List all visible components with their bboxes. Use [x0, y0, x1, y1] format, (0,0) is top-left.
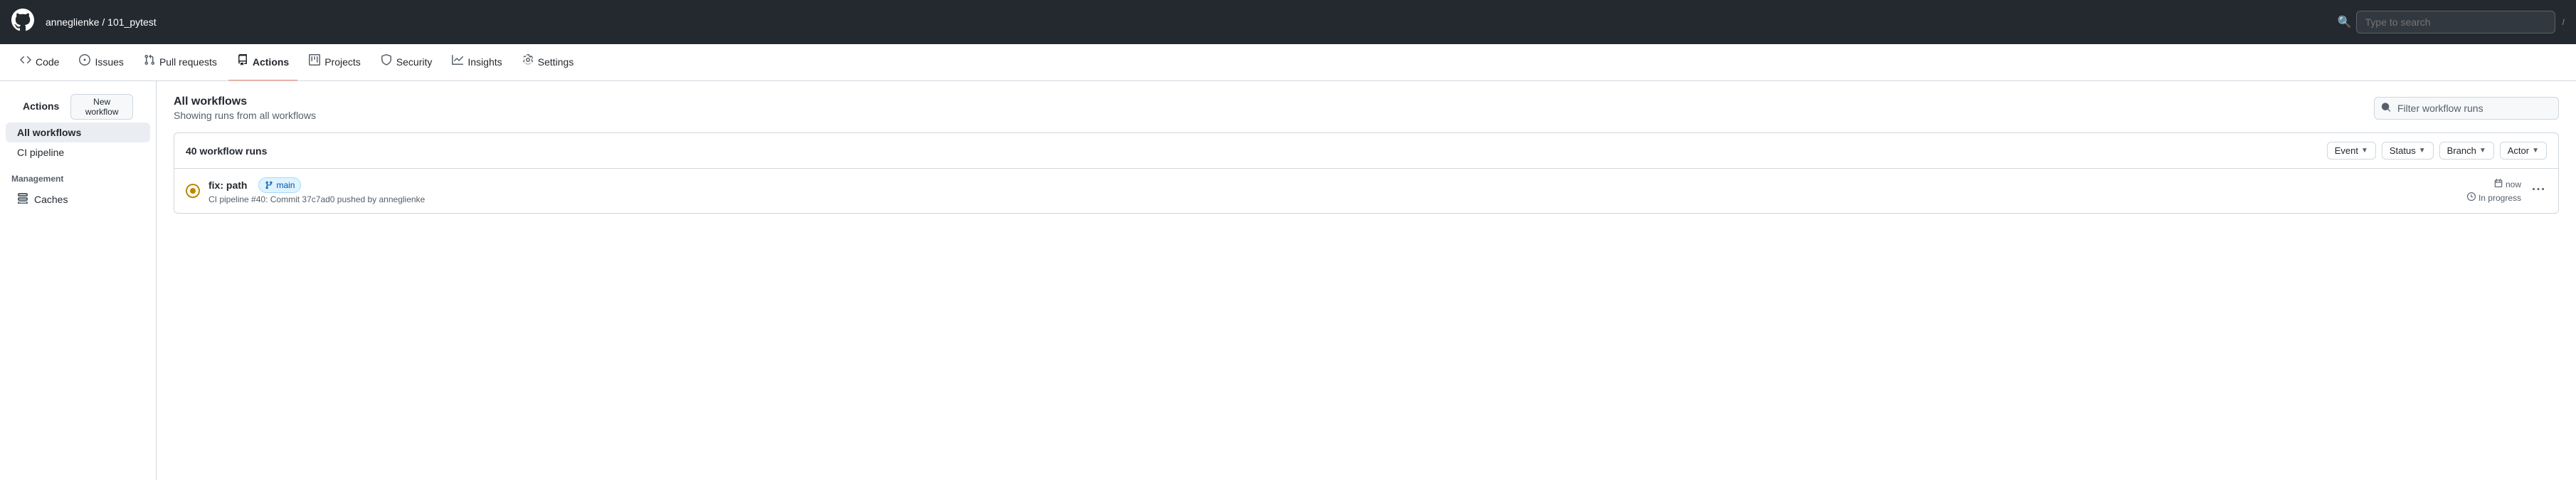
new-workflow-button[interactable]: New workflow: [70, 94, 133, 120]
actor-filter-button[interactable]: Actor ▼: [2500, 142, 2547, 160]
run-title-row: fix: path main: [208, 177, 2459, 193]
filter-search-container: [2374, 97, 2559, 120]
event-filter-label: Event: [2335, 145, 2358, 156]
content-header: All workflows Showing runs from all work…: [174, 95, 2559, 121]
top-search-icon: 🔍: [2338, 15, 2352, 29]
nav-security-label: Security: [396, 56, 433, 68]
run-commit-msg: Commit 37c7ad0 pushed by anneglienke: [270, 194, 425, 204]
in-progress-dot: [190, 188, 196, 194]
runs-filters: Event ▼ Status ▼ Branch ▼ Actor ▼: [2327, 142, 2547, 160]
run-duration-row: In progress: [2467, 192, 2521, 203]
sidebar-all-workflows-label: All workflows: [17, 127, 81, 138]
run-status-in-progress-icon: [186, 184, 200, 198]
issues-icon: [79, 54, 90, 69]
page-title: All workflows: [174, 95, 316, 108]
run-commit-ref: #40: [251, 194, 265, 204]
status-filter-button[interactable]: Status ▼: [2382, 142, 2434, 160]
runs-header: 40 workflow runs Event ▼ Status ▼ Branch…: [174, 133, 2558, 169]
nav-settings-label: Settings: [538, 56, 574, 68]
sidebar-section-header: Actions New workflow: [0, 93, 156, 122]
nav-projects-label: Projects: [324, 56, 361, 68]
sidebar-ci-pipeline-label: CI pipeline: [17, 147, 64, 158]
nav-actions-label: Actions: [253, 56, 289, 68]
clock-icon: [2467, 192, 2476, 203]
nav-pr-label: Pull requests: [159, 56, 217, 68]
run-meta: CI pipeline #40: Commit 37c7ad0 pushed b…: [208, 194, 2459, 204]
event-filter-button[interactable]: Event ▼: [2327, 142, 2376, 160]
run-info: fix: path main CI pipeline #40: Commit 3…: [208, 177, 2459, 204]
actions-icon: [237, 54, 248, 69]
sidebar-title: Actions: [11, 98, 70, 118]
branch-filter-button[interactable]: Branch ▼: [2439, 142, 2494, 160]
nav-issues-label: Issues: [95, 56, 123, 68]
actor-filter-label: Actor: [2508, 145, 2529, 156]
pr-icon: [144, 54, 155, 69]
search-shortcut: /: [2562, 17, 2565, 27]
run-time-row: now: [2494, 179, 2521, 189]
run-time-info: now In progress: [2467, 179, 2521, 203]
runs-container: 40 workflow runs Event ▼ Status ▼ Branch…: [174, 132, 2559, 214]
run-title[interactable]: fix: path: [208, 179, 247, 191]
nav-code[interactable]: Code: [11, 44, 68, 81]
sidebar: Actions New workflow All workflows CI pi…: [0, 81, 157, 480]
calendar-icon: [2494, 179, 2503, 189]
security-icon: [381, 54, 392, 69]
top-navigation: anneglienke / 101_pytest 🔍 /: [0, 0, 2576, 44]
sidebar-item-caches[interactable]: Caches: [6, 188, 150, 210]
content-title-block: All workflows Showing runs from all work…: [174, 95, 316, 121]
nav-security[interactable]: Security: [372, 44, 441, 81]
branch-chevron-icon: ▼: [2479, 147, 2486, 155]
run-duration-label: In progress: [2479, 193, 2521, 203]
nav-insights-label: Insights: [468, 56, 502, 68]
nav-settings[interactable]: Settings: [514, 44, 583, 81]
insights-icon: [452, 54, 463, 69]
top-search-container: 🔍 /: [2338, 11, 2565, 33]
code-icon: [20, 54, 31, 69]
nav-actions[interactable]: Actions: [228, 44, 297, 81]
caches-icon: [17, 192, 28, 206]
run-time-label: now: [2506, 179, 2521, 189]
repo-navigation: Code Issues Pull requests Actions Projec…: [0, 44, 2576, 81]
sidebar-management-label: Management: [0, 162, 156, 188]
runs-count: 40 workflow runs: [186, 145, 267, 157]
event-chevron-icon: ▼: [2361, 147, 2368, 155]
page-subtitle: Showing runs from all workflows: [174, 110, 316, 121]
filter-search-icon: [2381, 103, 2391, 115]
nav-insights[interactable]: Insights: [443, 44, 510, 81]
branch-filter-label: Branch: [2447, 145, 2476, 156]
run-branch-name: main: [276, 180, 295, 190]
filter-workflow-input[interactable]: [2374, 97, 2559, 120]
sidebar-caches-label: Caches: [34, 194, 68, 205]
actor-chevron-icon: ▼: [2532, 147, 2539, 155]
top-search-input[interactable]: [2356, 11, 2555, 33]
run-more-options-button[interactable]: [2530, 181, 2547, 202]
nav-projects[interactable]: Projects: [300, 44, 369, 81]
settings-icon: [522, 54, 534, 69]
main-layout: Actions New workflow All workflows CI pi…: [0, 81, 2576, 480]
status-filter-label: Status: [2390, 145, 2416, 156]
main-content: All workflows Showing runs from all work…: [157, 81, 2576, 480]
table-row: fix: path main CI pipeline #40: Commit 3…: [174, 169, 2558, 213]
github-logo[interactable]: [11, 9, 34, 36]
status-chevron-icon: ▼: [2419, 147, 2426, 155]
sidebar-item-ci-pipeline[interactable]: CI pipeline: [6, 142, 150, 162]
nav-issues[interactable]: Issues: [70, 44, 132, 81]
run-workflow-name: CI pipeline: [208, 194, 249, 204]
nav-pull-requests[interactable]: Pull requests: [135, 44, 226, 81]
run-branch-badge[interactable]: main: [258, 177, 301, 193]
projects-icon: [309, 54, 320, 69]
sidebar-item-all-workflows[interactable]: All workflows: [6, 122, 150, 142]
repo-title[interactable]: anneglienke / 101_pytest: [46, 16, 157, 28]
nav-code-label: Code: [36, 56, 59, 68]
